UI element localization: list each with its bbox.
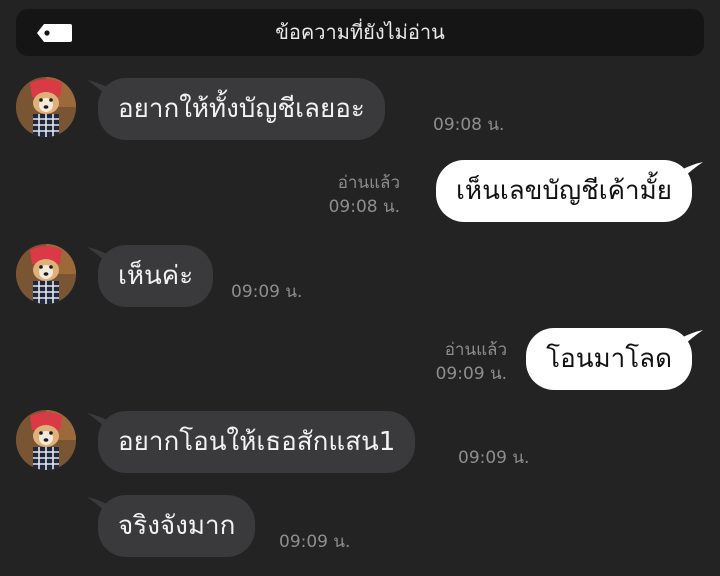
message-timestamp: 09:08 น. xyxy=(328,197,400,217)
message-bubble-incoming[interactable]: เห็นค่ะ xyxy=(98,245,214,307)
dog-avatar-image xyxy=(16,410,76,470)
dog-avatar-image xyxy=(16,77,76,137)
read-receipt: อ่านแล้ว xyxy=(337,173,400,193)
sender-avatar[interactable] xyxy=(16,244,76,304)
message-timestamp: 09:08 น. xyxy=(433,115,505,135)
dog-avatar-image xyxy=(16,244,76,304)
sender-avatar[interactable] xyxy=(16,77,76,137)
message-bubble-incoming[interactable]: จริงจังมาก xyxy=(98,495,256,557)
message-bubble-outgoing[interactable]: เห็นเลขบัญชีเค้ามั้ย xyxy=(436,160,692,222)
read-receipt: อ่านแล้ว xyxy=(444,340,507,360)
bubble-tail xyxy=(681,162,703,180)
message-meta: อ่านแล้ว 09:08 น. xyxy=(329,171,400,219)
unread-banner-title: ข้อความที่ยังไม่อ่าน xyxy=(275,20,445,44)
message-timestamp: 09:09 น. xyxy=(458,448,530,468)
message-bubble-incoming[interactable]: อยากโอนให้เธอสักแสน1 xyxy=(98,411,416,473)
message-meta: อ่านแล้ว 09:09 น. xyxy=(436,338,507,386)
unread-messages-banner[interactable]: ข้อความที่ยังไม่อ่าน xyxy=(16,9,704,56)
message-timestamp: 09:09 น. xyxy=(435,364,507,384)
message-timestamp: 09:09 น. xyxy=(231,282,303,302)
bubble-tail xyxy=(681,330,703,348)
message-bubble-incoming[interactable]: อยากให้ทั้งบัญชีเลยอะ xyxy=(98,78,385,140)
sender-avatar[interactable] xyxy=(16,410,76,470)
message-timestamp: 09:09 น. xyxy=(279,532,351,552)
message-bubble-outgoing[interactable]: โอนมาโลด xyxy=(526,328,692,390)
